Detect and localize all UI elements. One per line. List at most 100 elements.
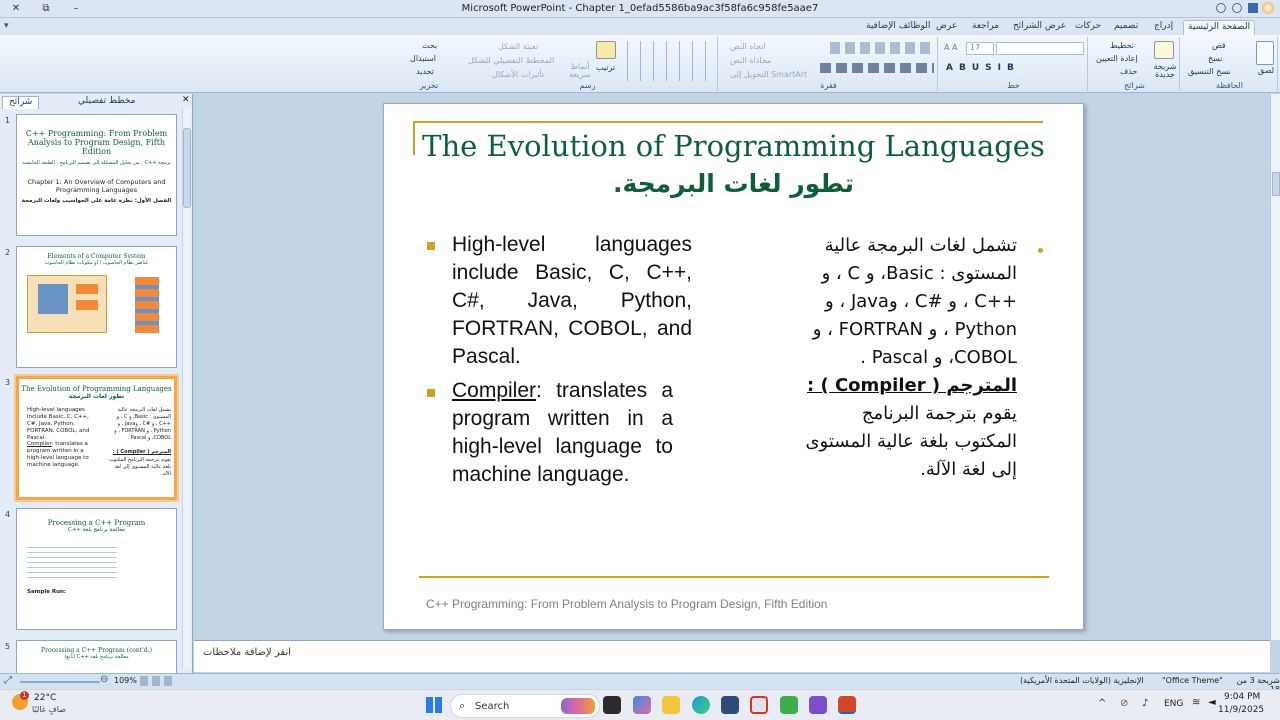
delete-slide-button[interactable]: حذف	[1120, 67, 1137, 76]
slide-thumbnail-2[interactable]: Elements of a Computer System عناصر نظام…	[16, 246, 177, 368]
cut-button[interactable]: قص	[1212, 41, 1226, 50]
bullet-compiler[interactable]: Compiler: translates a program written i…	[452, 377, 673, 489]
tab-design[interactable]: تصميم	[1110, 20, 1142, 35]
view-buttons[interactable]	[140, 676, 174, 686]
task-view-icon[interactable]	[603, 696, 621, 714]
clock-date[interactable]: 11/9/2025	[1218, 705, 1264, 715]
tray-icon[interactable]: ⊘	[1120, 698, 1128, 709]
language-status[interactable]: الإنجليزية (الولايات المتحدة الأمريكية)	[1020, 676, 1144, 685]
notes-pane[interactable]: انقر لإضافة ملاحظات	[194, 640, 1270, 672]
taskbar-search[interactable]: ⌕ Search	[450, 694, 600, 718]
select-button[interactable]: تحديد	[416, 67, 434, 76]
paste-button[interactable]: لصق	[1258, 66, 1274, 75]
arabic-text-box[interactable]: تشمل لغات البرمجة عالية المستوى : Basic،…	[802, 232, 1017, 484]
tab-animations[interactable]: حركات	[1071, 20, 1105, 35]
ribbon-tabs: ▾ الصفحة الرئيسية إدراج تصميم حركات عرض …	[0, 18, 1280, 35]
slide-thumbnail-1[interactable]: C++ Programming: From Problem Analysis t…	[16, 114, 177, 236]
weather-badge: 1	[20, 691, 29, 700]
arrange-button[interactable]: ترتيب	[596, 63, 615, 72]
bullet-marker	[427, 389, 435, 397]
copilot-icon[interactable]	[633, 696, 651, 714]
shape-outline-button[interactable]: المخطط التفصيلي للشكل	[468, 56, 554, 65]
volume-icon[interactable]: ◄	[1208, 697, 1216, 708]
shape-effects-button[interactable]: تأثيرات الأشكال	[492, 70, 544, 79]
font-name-box[interactable]	[996, 42, 1084, 55]
tab-slideshow[interactable]: عرض الشرائح	[1009, 20, 1070, 35]
paste-icon[interactable]	[1256, 41, 1274, 65]
visual-studio-icon[interactable]	[809, 696, 827, 714]
thumb-subtitle: برمجة ++C : من تحليل المشكلة إلى تصميم ا…	[22, 160, 171, 166]
undo-icon[interactable]	[1232, 3, 1242, 13]
close-panel-icon[interactable]: ✕	[182, 95, 190, 105]
title-bar: ✕ ⧉ – Microsoft PowerPoint - Chapter 1_0…	[0, 0, 1280, 18]
reset-button[interactable]: إعادة التعيين	[1096, 54, 1138, 63]
fit-window-icon[interactable]: ⤢	[4, 675, 12, 686]
ribbon-menu-icon[interactable]: ▾	[4, 21, 9, 31]
quick-styles-button[interactable]: أنماط سريعة	[566, 63, 594, 79]
tab-home[interactable]: الصفحة الرئيسية	[1183, 20, 1256, 35]
office-button-icon[interactable]	[1262, 2, 1274, 14]
app-icon[interactable]	[750, 696, 768, 714]
slide-scrollbar[interactable]	[1270, 94, 1280, 640]
new-slide-button[interactable]: شريحة جديدة	[1152, 63, 1178, 79]
window-title: Microsoft PowerPoint - Chapter 1_0efad55…	[461, 3, 819, 14]
slide-title-ar[interactable]: تطور لغات البرمجة.	[384, 169, 1083, 198]
thumb-title: Elements of a Computer System	[47, 253, 146, 260]
clock-time[interactable]: 9:04 PM	[1224, 692, 1260, 702]
scrollbar-thumb[interactable]	[1272, 172, 1280, 196]
slide-title-en[interactable]: The Evolution of Programming Languages	[384, 129, 1083, 163]
microphone-icon[interactable]: ♪	[1142, 698, 1148, 709]
gold-rule-top	[413, 121, 1043, 123]
font-size-box[interactable]: 17	[966, 42, 994, 55]
tab-review[interactable]: مراجعة	[968, 20, 1003, 35]
scrollbar-thumb[interactable]	[183, 128, 191, 208]
bullet-high-level[interactable]: High-level languages include Basic, C, C…	[452, 231, 692, 371]
slide-thumbnail-4[interactable]: Processing a C++ Program معالجة برنامج ب…	[16, 508, 177, 630]
editing-label: تحرير	[419, 81, 439, 90]
tab-view[interactable]: عرض	[932, 20, 961, 35]
copy-button[interactable]: نسخ	[1208, 54, 1223, 63]
redo-icon[interactable]	[1216, 3, 1226, 13]
wifi-icon[interactable]: ≋	[1192, 697, 1200, 708]
slide-thumbnail-3[interactable]: The Evolution of Programming Languages ت…	[14, 374, 179, 502]
grow-shrink-font[interactable]: A A	[944, 43, 958, 52]
tab-insert[interactable]: إدراج	[1150, 20, 1177, 35]
file-explorer-icon[interactable]	[662, 696, 680, 714]
edge-icon[interactable]	[692, 696, 710, 714]
tray-overflow-icon[interactable]: ^	[1098, 698, 1106, 709]
language-indicator[interactable]: ENG	[1164, 699, 1183, 709]
slides-label: شرائح	[1124, 81, 1145, 90]
align-buttons[interactable]	[820, 63, 934, 73]
smartart-button[interactable]: التحويل إلى SmartArt	[730, 70, 807, 79]
format-painter-button[interactable]: نسخ التنسيق	[1188, 67, 1231, 76]
shape-fill-button[interactable]: تعبئة الشكل	[498, 42, 538, 51]
align-text-button[interactable]: محاذاة النص	[730, 56, 771, 65]
list-buttons[interactable]	[830, 42, 934, 54]
notes-placeholder: انقر لإضافة ملاحظات	[203, 647, 292, 658]
zoom-level[interactable]: 109%	[114, 676, 137, 685]
layout-button[interactable]: تخطيط	[1110, 41, 1134, 50]
codeblocks-icon[interactable]	[780, 696, 798, 714]
save-icon[interactable]	[1248, 3, 1258, 13]
new-slide-icon[interactable]	[1154, 41, 1174, 59]
replace-button[interactable]: استبدال	[410, 54, 436, 63]
shapes-gallery[interactable]	[624, 41, 712, 81]
slide-thumbnail-5[interactable]: Processing a C++ Program (cont'd.) معالج…	[16, 640, 177, 674]
slide-canvas[interactable]: The Evolution of Programming Languages ت…	[383, 103, 1084, 630]
find-button[interactable]: بحث	[422, 41, 437, 50]
arrange-icon[interactable]	[596, 41, 616, 59]
windows-start-icon[interactable]	[426, 697, 442, 713]
thumbnails-scrollbar[interactable]	[182, 108, 191, 668]
zoom-out-icon[interactable]: ⊖	[100, 674, 108, 685]
tab-outline-panel[interactable]: مخطط تفصيلي	[72, 96, 141, 109]
tab-slides-panel[interactable]: شرائح	[2, 96, 40, 109]
zoom-slider[interactable]	[20, 681, 100, 683]
powerpoint-icon[interactable]	[838, 696, 856, 714]
paragraph-group: اتجاه النص محاذاة النص التحويل إلى Smart…	[720, 37, 938, 91]
text-direction-button[interactable]: اتجاه النص	[730, 42, 766, 51]
store-icon[interactable]	[721, 696, 739, 714]
slides-group: شريحة جديدة تخطيط إعادة التعيين حذف شرائ…	[1090, 37, 1180, 91]
theme-name: "Office Theme"	[1162, 676, 1223, 685]
tab-addins[interactable]: الوظائف الإضافية	[862, 20, 934, 35]
font-format-buttons[interactable]: ABUSIB	[946, 63, 1020, 73]
